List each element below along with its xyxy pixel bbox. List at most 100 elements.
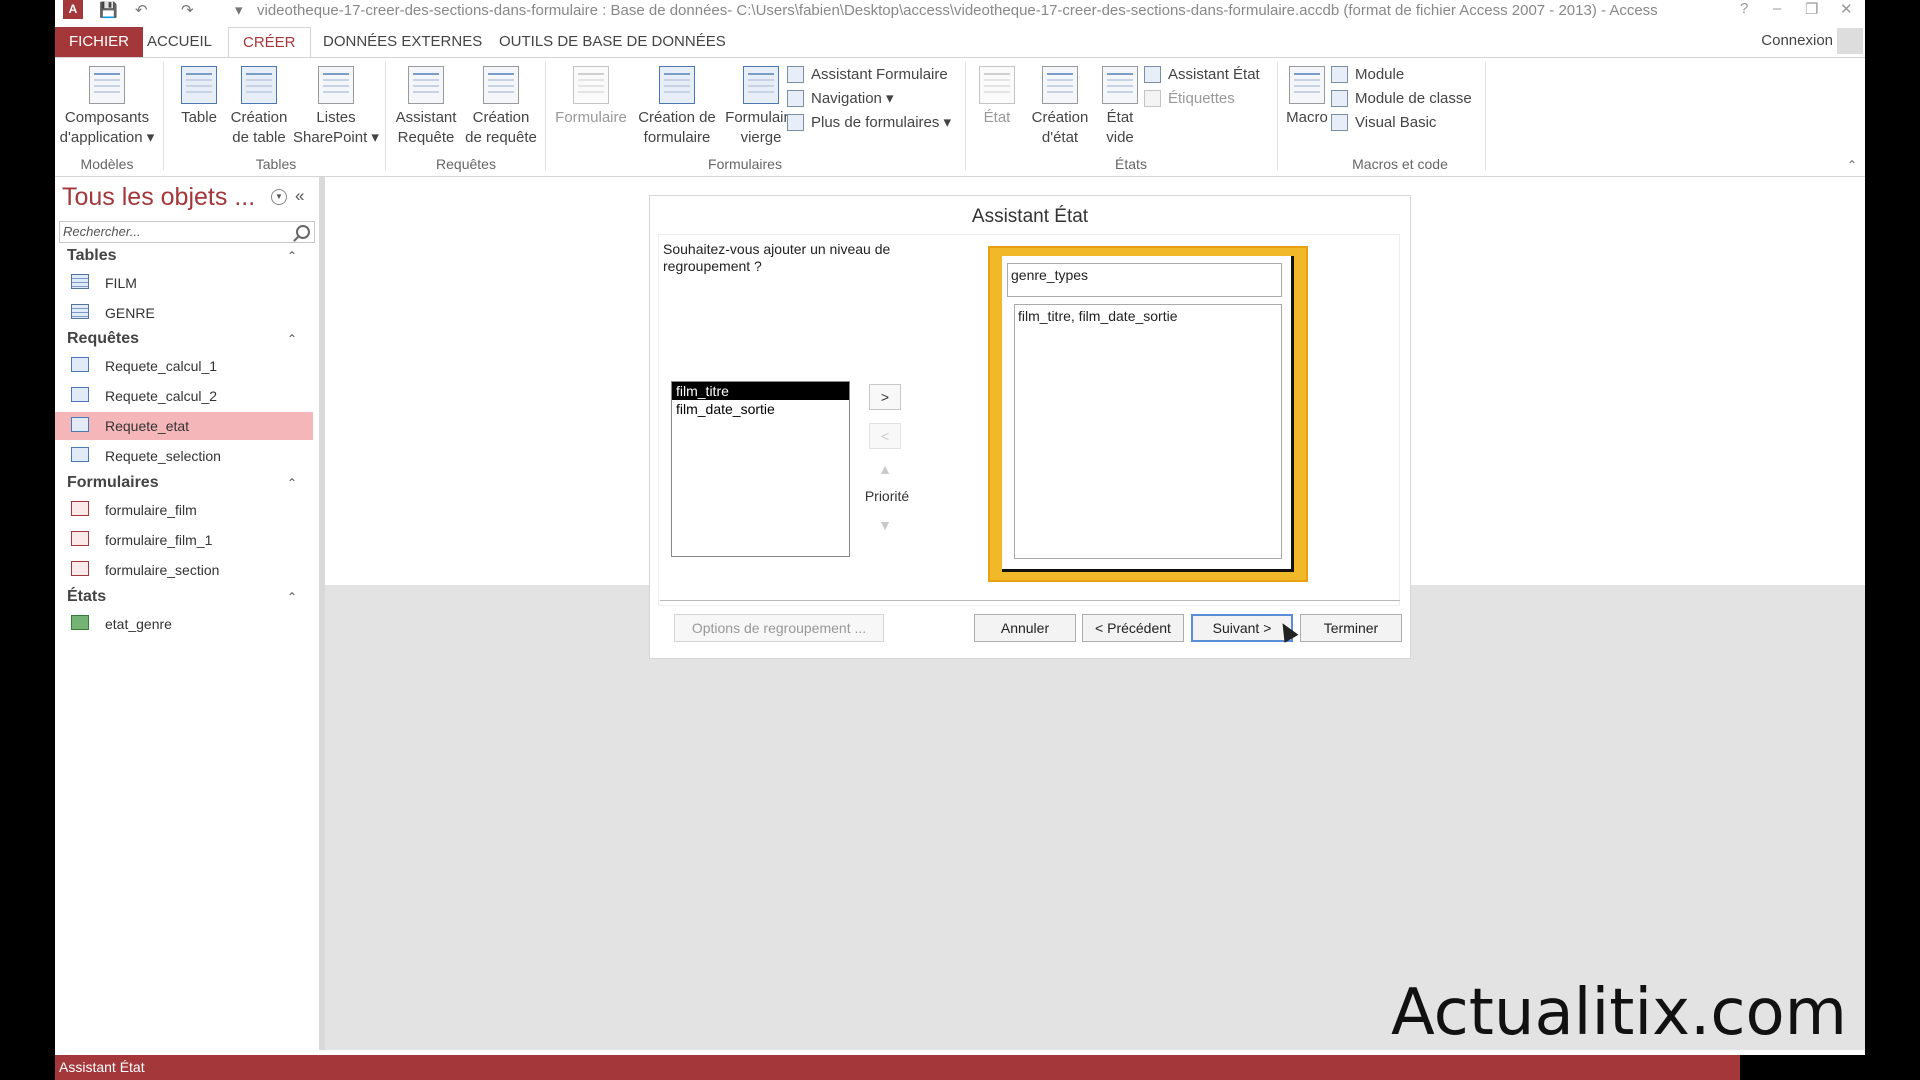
creation-etat-button[interactable]: Création d'état — [1025, 58, 1095, 148]
table-button[interactable]: Table — [171, 58, 227, 128]
query-icon — [71, 357, 89, 372]
creation-de-formulaire-button[interactable]: Création de formulaire — [633, 58, 721, 148]
section-formulaires[interactable]: Formulaires — [67, 474, 159, 492]
section-tables[interactable]: Tables — [67, 247, 117, 265]
finish-button[interactable]: Terminer — [1300, 614, 1402, 642]
section-etats[interactable]: États — [67, 588, 106, 606]
section-requetes[interactable]: Requêtes — [67, 330, 139, 348]
nav-item-requete-calcul-2[interactable]: Requete_calcul_2 — [55, 382, 313, 410]
assistant-requete-button[interactable]: Assistant Requête — [391, 58, 461, 148]
add-grouping-button[interactable]: > — [869, 384, 901, 410]
save-icon[interactable]: 💾 — [99, 1, 118, 19]
report-design-icon — [1042, 66, 1078, 104]
section-requetes-collapse-icon[interactable]: ⌃ — [287, 332, 297, 346]
creation-de-requete-button[interactable]: Création de requête — [461, 58, 541, 148]
nav-menu-dropdown-icon[interactable]: ▼ — [271, 189, 287, 205]
query-wizard-icon — [408, 66, 444, 104]
collapse-nav-icon[interactable]: « — [295, 186, 304, 206]
help-icon[interactable]: ? — [1740, 0, 1748, 17]
table-icon — [181, 66, 217, 104]
list-item[interactable]: film_date_sortie — [672, 400, 849, 418]
undo-icon[interactable]: ↶ — [135, 1, 148, 19]
restore-icon[interactable]: ❐ — [1805, 0, 1818, 18]
more-forms-icon — [787, 114, 804, 131]
tab-fichier[interactable]: FICHIER — [55, 27, 143, 57]
form-wizard-icon — [787, 66, 804, 83]
labels-icon — [1144, 90, 1161, 107]
nav-item-requete-etat[interactable]: Requete_etat — [55, 412, 313, 440]
nav-pane-title[interactable]: Tous les objets ... — [62, 183, 255, 212]
section-tables-collapse-icon[interactable]: ⌃ — [287, 249, 297, 263]
visual-basic-button[interactable]: Visual Basic — [1331, 113, 1436, 133]
report-wizard-dialog: Assistant État Souhaitez-vous ajouter un… — [649, 195, 1411, 659]
list-item[interactable]: film_titre — [672, 382, 849, 400]
section-formulaires-collapse-icon[interactable]: ⌃ — [287, 476, 297, 490]
priority-down-icon[interactable]: ▼ — [869, 513, 901, 539]
redo-icon[interactable]: ↷ — [181, 1, 194, 19]
group-label-macros: Macros et code — [1352, 156, 1448, 172]
query-design-icon — [483, 66, 519, 104]
navigation-button[interactable]: Navigation ▾ — [787, 89, 894, 109]
report-wizard-icon — [1144, 66, 1161, 83]
sign-in-link[interactable]: Connexion — [1761, 32, 1833, 49]
previous-button[interactable]: < Précédent — [1082, 614, 1184, 642]
tab-accueil[interactable]: ACCUEIL — [147, 27, 212, 57]
report-icon — [71, 615, 89, 630]
report-icon — [979, 66, 1015, 104]
watermark: Actualitix.com — [1390, 976, 1847, 1050]
customize-toolbar-icon[interactable]: ▾ — [235, 1, 243, 19]
module-button[interactable]: Module — [1331, 65, 1404, 85]
blank-form-icon — [743, 66, 779, 104]
nav-search-input[interactable]: Rechercher... — [59, 221, 315, 243]
nav-item-film[interactable]: FILM — [55, 269, 313, 297]
macro-button[interactable]: Macro — [1277, 58, 1337, 128]
priority-up-icon[interactable]: ▲ — [869, 457, 901, 483]
grouping-preview: genre_types film_titre, film_date_sortie — [988, 246, 1308, 582]
priority-label: Priorité — [864, 488, 910, 504]
minimize-icon[interactable]: – — [1773, 0, 1781, 17]
tab-outils-base-de-donnees[interactable]: OUTILS DE BASE DE DONNÉES — [499, 27, 726, 57]
navigation-form-icon — [787, 90, 804, 107]
collapse-ribbon-icon[interactable]: ⌃ — [1847, 158, 1857, 172]
grouping-options-button[interactable]: Options de regroupement ... — [674, 614, 884, 642]
nav-item-formulaire-film[interactable]: formulaire_film — [55, 496, 313, 524]
creation-de-table-button[interactable]: Création de table — [227, 58, 291, 148]
dialog-title: Assistant État — [971, 206, 1089, 227]
available-fields-list[interactable]: film_titre film_date_sortie — [671, 381, 850, 557]
plus-de-formulaires-button[interactable]: Plus de formulaires ▾ — [787, 113, 951, 133]
remove-grouping-button[interactable]: < — [869, 423, 901, 449]
divider — [660, 600, 1400, 601]
user-avatar[interactable] — [1837, 28, 1863, 54]
formulaire-button[interactable]: Formulaire — [549, 58, 633, 128]
status-text: Assistant État — [59, 1059, 145, 1075]
composants-application-button[interactable]: Composants d'application ▾ — [55, 58, 159, 148]
nav-item-genre[interactable]: GENRE — [55, 299, 313, 327]
nav-item-etat-genre[interactable]: etat_genre — [55, 610, 313, 638]
preview-detail-fields: film_titre, film_date_sortie — [1014, 304, 1282, 559]
assistant-etat-button[interactable]: Assistant État — [1144, 65, 1260, 85]
nav-item-requete-calcul-1[interactable]: Requete_calcul_1 — [55, 352, 313, 380]
nav-item-requete-selection[interactable]: Requete_selection — [55, 442, 313, 470]
close-icon[interactable]: ✕ — [1840, 0, 1853, 18]
nav-item-formulaire-section[interactable]: formulaire_section — [55, 556, 313, 584]
nav-item-formulaire-film-1[interactable]: formulaire_film_1 — [55, 526, 313, 554]
tab-donnees-externes[interactable]: DONNÉES EXTERNES — [323, 27, 482, 57]
form-icon — [71, 531, 89, 546]
etat-vide-button[interactable]: État vide — [1095, 58, 1145, 148]
group-label-etats: États — [1115, 156, 1147, 172]
etiquettes-button[interactable]: Étiquettes — [1144, 89, 1235, 109]
assistant-formulaire-button[interactable]: Assistant Formulaire — [787, 65, 948, 85]
etat-button[interactable]: État — [969, 58, 1025, 128]
macro-icon — [1289, 66, 1325, 104]
form-icon — [573, 66, 609, 104]
tab-creer[interactable]: CRÉER — [228, 27, 311, 59]
query-icon — [71, 387, 89, 402]
cancel-button[interactable]: Annuler — [974, 614, 1076, 642]
ribbon-tabs: FICHIER ACCUEIL CRÉER DONNÉES EXTERNES O… — [55, 27, 1865, 59]
access-window: A 💾 ↶ ↷ ▾ videotheque-17-creer-des-secti… — [55, 0, 1865, 1080]
search-icon[interactable] — [296, 225, 310, 239]
form-design-icon — [659, 66, 695, 104]
section-etats-collapse-icon[interactable]: ⌃ — [287, 590, 297, 604]
listes-sharepoint-button[interactable]: Listes SharePoint ▾ — [291, 58, 381, 148]
module-de-classe-button[interactable]: Module de classe — [1331, 89, 1472, 109]
